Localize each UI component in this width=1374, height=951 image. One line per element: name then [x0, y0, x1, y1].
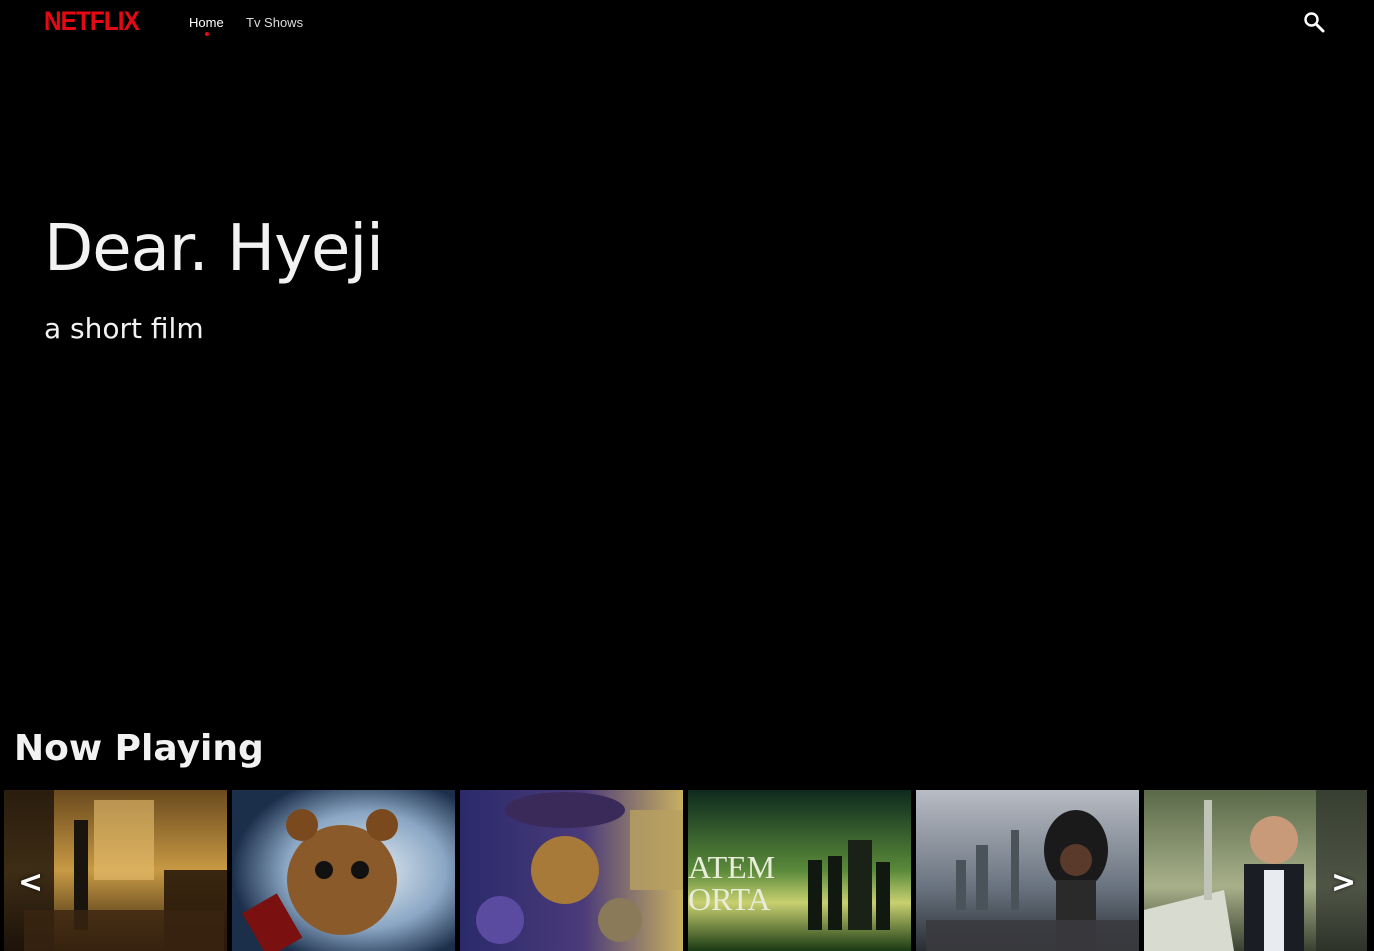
nav-home-link[interactable]: Home: [189, 15, 224, 30]
carousel-next-button[interactable]: >: [1331, 868, 1356, 898]
now-playing-carousel: ATEM ORTA: [4, 790, 1367, 951]
poster-animated-cat[interactable]: [460, 790, 683, 951]
hero-subtitle: a short film: [44, 312, 204, 345]
svg-text:ORTA: ORTA: [688, 881, 771, 917]
now-playing-heading: Now Playing: [14, 728, 264, 769]
top-navbar: NETFLIX Home Tv Shows: [0, 0, 1374, 46]
active-indicator-dot: [205, 32, 209, 36]
poster-group-field[interactable]: ATEM ORTA: [688, 790, 911, 951]
poster-horror-bear[interactable]: [232, 790, 455, 951]
search-icon[interactable]: [1302, 10, 1326, 34]
netflix-logo[interactable]: NETFLIX: [44, 6, 140, 37]
poster-warrior-city[interactable]: [916, 790, 1139, 951]
carousel-prev-button[interactable]: <: [18, 868, 43, 898]
hero-title: Dear. Hyeji: [44, 212, 384, 286]
nav-tv-shows-link[interactable]: Tv Shows: [246, 15, 303, 30]
svg-text:ATEM: ATEM: [688, 849, 775, 885]
